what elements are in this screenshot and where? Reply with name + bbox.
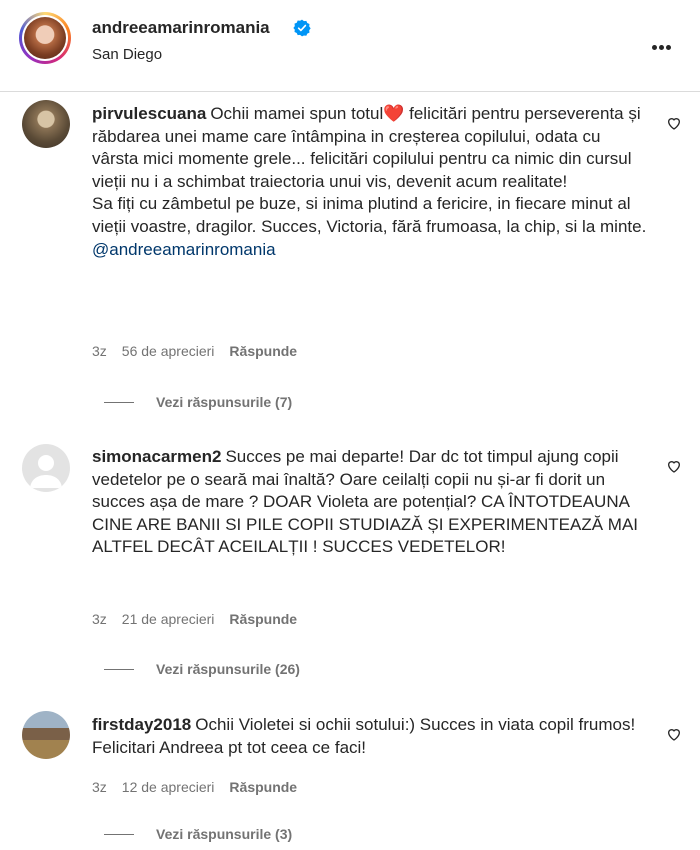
mention-link[interactable]: @andreeamarinromania [92,239,647,262]
comment-time: 3z [92,611,107,627]
reply-button[interactable]: Răspunde [229,779,297,795]
view-replies-label: Vezi răspunsurile (7) [156,394,293,410]
commenter-username[interactable]: firstday2018 [92,715,191,734]
default-avatar-icon [30,455,62,488]
comment-body: pirvulescuana Ochii mamei spun totul❤️ fe… [92,103,647,261]
comment-likes[interactable]: 56 de aprecieri [122,343,215,359]
divider-line [104,833,134,835]
comment-text: Ochii mamei spun totul [210,104,384,123]
view-replies-label: Vezi răspunsurile (26) [156,661,300,677]
commenter-username[interactable]: pirvulescuana [92,104,206,123]
author-avatar[interactable] [19,12,71,64]
divider-line [104,668,134,670]
post-header: andreeamarinromania San Diego [0,0,700,92]
comment-likes[interactable]: 21 de aprecieri [122,611,215,627]
commenter-avatar[interactable] [22,711,70,759]
view-replies-button[interactable]: Vezi răspunsurile (7) [104,394,292,410]
heart-like-icon[interactable] [666,115,682,131]
divider-line [104,401,134,403]
commenter-avatar[interactable] [22,100,70,148]
comment-meta: 3z 21 de aprecieri Răspunde [92,611,297,627]
reply-button[interactable]: Răspunde [229,343,297,359]
more-options-icon[interactable] [652,37,674,50]
comment-text: Sa fiți cu zâmbetul pe buze, si inima pl… [92,194,647,236]
comment-body: firstday2018 Ochii Violetei si ochii sotu… [92,714,647,759]
comment-likes[interactable]: 12 de aprecieri [122,779,215,795]
heart-emoji-icon: ❤️ [383,104,405,123]
comment-time: 3z [92,779,107,795]
view-replies-label: Vezi răspunsurile (3) [156,826,293,842]
author-username[interactable]: andreeamarinromania [92,18,270,38]
heart-like-icon[interactable] [666,726,682,742]
comment-meta: 3z 12 de aprecieri Răspunde [92,779,297,795]
verified-badge-icon [293,19,311,37]
commenter-username[interactable]: simonacarmen2 [92,447,221,466]
comment-body: simonacarmen2 Succes pe mai departe! Dar … [92,446,647,559]
view-replies-button[interactable]: Vezi răspunsurile (3) [104,826,292,842]
view-replies-button[interactable]: Vezi răspunsurile (26) [104,661,300,677]
commenter-avatar[interactable] [22,444,70,492]
heart-like-icon[interactable] [666,458,682,474]
post-location[interactable]: San Diego [92,46,162,63]
comment-meta: 3z 56 de aprecieri Răspunde [92,343,297,359]
comment-time: 3z [92,343,107,359]
reply-button[interactable]: Răspunde [229,611,297,627]
